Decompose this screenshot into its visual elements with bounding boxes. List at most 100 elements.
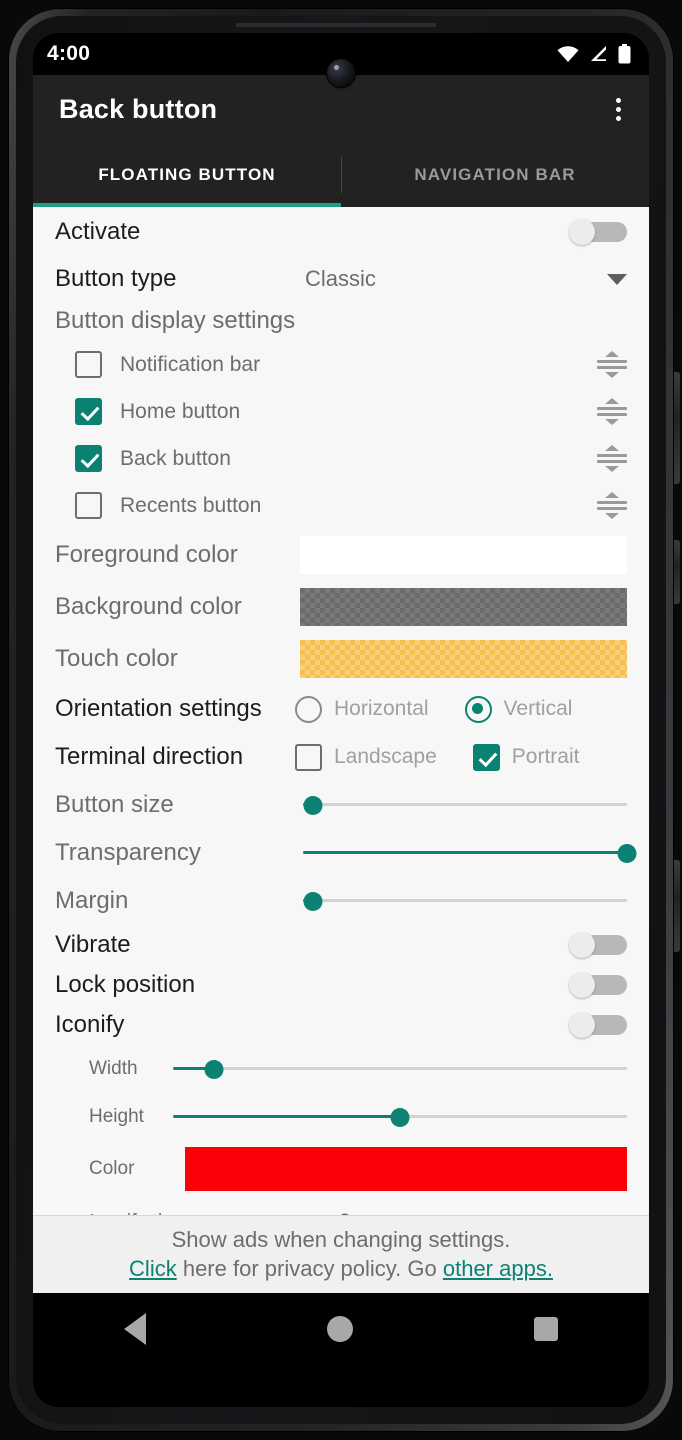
other-apps-link[interactable]: other apps. [443, 1256, 553, 1281]
battery-icon [618, 44, 631, 64]
earpiece-speaker [236, 23, 436, 27]
display-settings-label: Button display settings [55, 307, 296, 334]
row-button-type[interactable]: Button type Classic [33, 257, 649, 301]
row-iconify[interactable]: Iconify [33, 1005, 649, 1045]
android-nav-bar [33, 1293, 649, 1365]
orientation-settings-label: Orientation settings [55, 695, 262, 722]
radio-option-vertical[interactable]: Vertical [464, 695, 573, 723]
radio-option-horizontal[interactable]: Horizontal [295, 695, 429, 723]
lock-position-toggle[interactable] [569, 972, 627, 998]
checkbox-option-portrait[interactable]: Portrait [472, 743, 580, 771]
margin-slider[interactable] [303, 888, 627, 914]
vibrate-toggle[interactable] [569, 932, 627, 958]
side-button-lower[interactable] [674, 860, 680, 952]
checkbox-portrait-label: Portrait [511, 745, 580, 768]
button-size-label: Button size [55, 791, 174, 818]
row-display-settings-header: Button display settings [33, 301, 649, 341]
row-margin: Margin [33, 877, 649, 925]
foreground-color-label: Foreground color [55, 541, 238, 568]
iconify-toggle[interactable] [569, 1012, 627, 1038]
checkbox-landscape[interactable] [295, 743, 322, 771]
ad-footer: Show ads when changing settings. Click h… [33, 1215, 649, 1293]
nav-recents-icon[interactable] [534, 1317, 559, 1341]
list-item-recents-button[interactable]: Recents button [33, 482, 649, 529]
ad-line-2: Click here for privacy policy. Go other … [129, 1256, 553, 1282]
checkbox-back-button[interactable] [75, 445, 102, 472]
screenshot-root: 4:00 Back button FLOATING BUTTON NAVIGAT… [0, 0, 682, 1440]
row-touch-color[interactable]: Touch color [33, 633, 649, 685]
margin-label: Margin [55, 887, 129, 914]
privacy-policy-link[interactable]: Click [129, 1256, 177, 1281]
reorder-handle-icon[interactable] [595, 350, 629, 380]
checkbox-landscape-label: Landscape [334, 745, 437, 768]
radio-horizontal[interactable] [295, 695, 322, 723]
status-clock: 4:00 [47, 42, 91, 65]
row-iconify-width: Width [33, 1045, 649, 1093]
iconify-width-slider[interactable] [173, 1056, 627, 1082]
touch-color-label: Touch color [55, 645, 178, 672]
row-activate[interactable]: Activate [33, 207, 649, 257]
iconify-color-label: Color [89, 1158, 135, 1179]
iconify-height-label: Height [89, 1106, 144, 1127]
touch-color-swatch[interactable] [300, 640, 627, 678]
lock-position-label: Lock position [55, 971, 196, 998]
tab-navigation-bar-label: NAVIGATION BAR [414, 165, 576, 184]
checkbox-option-landscape[interactable]: Landscape [295, 743, 437, 771]
reorder-handle-icon[interactable] [595, 444, 629, 474]
nav-back-icon[interactable] [123, 1313, 146, 1345]
button-type-value: Classic [305, 266, 376, 291]
row-button-size: Button size [33, 781, 649, 829]
list-item-home-button[interactable]: Home button [33, 388, 649, 435]
button-size-slider[interactable] [303, 792, 627, 818]
button-type-label: Button type [55, 265, 177, 292]
transparency-slider[interactable] [303, 840, 637, 866]
radio-vertical[interactable] [464, 695, 492, 723]
radio-vertical-label: Vertical [503, 697, 573, 720]
row-vibrate[interactable]: Vibrate [33, 925, 649, 965]
row-orientation-settings: Orientation settings Horizontal Vertical [33, 685, 649, 733]
chevron-down-icon[interactable] [607, 273, 627, 285]
nav-home-icon[interactable] [326, 1316, 353, 1342]
background-color-label: Background color [55, 593, 242, 620]
terminal-direction-label: Terminal direction [55, 743, 244, 770]
ad-line-1: Show ads when changing settings. [171, 1227, 511, 1252]
list-item-label: Home button [120, 399, 241, 423]
foreground-color-swatch[interactable] [300, 536, 627, 574]
settings-content: Activate Button type Classic Button disp… [33, 207, 649, 1215]
row-terminal-direction: Terminal direction Landscape Portrait [33, 733, 649, 781]
background-color-swatch[interactable] [300, 588, 627, 626]
iconify-time-label: Iconify time [89, 1211, 339, 1216]
row-transparency: Transparency [33, 829, 649, 877]
list-item-label: Recents button [120, 493, 262, 517]
checkbox-notification-bar[interactable] [75, 351, 102, 378]
row-foreground-color[interactable]: Foreground color [33, 529, 649, 581]
iconify-color-swatch[interactable] [185, 1147, 627, 1191]
iconify-height-slider[interactable] [173, 1104, 627, 1130]
iconify-time-value: 3sec [339, 1210, 607, 1215]
tab-navigation-bar[interactable]: NAVIGATION BAR [341, 143, 649, 207]
activate-toggle[interactable] [569, 219, 627, 245]
tab-floating-button[interactable]: FLOATING BUTTON [33, 143, 341, 207]
list-item-back-button[interactable]: Back button [33, 435, 649, 482]
status-icons [556, 44, 631, 64]
volume-button[interactable] [674, 372, 680, 484]
phone-screen: 4:00 Back button FLOATING BUTTON NAVIGAT… [33, 33, 649, 1407]
reorder-handle-icon[interactable] [595, 491, 629, 521]
checkbox-portrait[interactable] [472, 743, 500, 771]
checkbox-home-button[interactable] [75, 398, 102, 425]
row-iconify-height: Height [33, 1093, 649, 1141]
overflow-menu-icon[interactable] [608, 92, 629, 127]
front-camera-punch-hole [327, 59, 355, 87]
row-iconify-color[interactable]: Color [33, 1141, 649, 1197]
tab-floating-button-label: FLOATING BUTTON [98, 165, 276, 184]
reorder-handle-icon[interactable] [595, 397, 629, 427]
row-iconify-time[interactable]: Iconify time 3sec [33, 1197, 649, 1215]
power-button[interactable] [674, 540, 680, 604]
row-background-color[interactable]: Background color [33, 581, 649, 633]
iconify-label: Iconify [55, 1011, 125, 1038]
vibrate-label: Vibrate [55, 931, 131, 958]
list-item-notification-bar[interactable]: Notification bar [33, 341, 649, 388]
row-lock-position[interactable]: Lock position [33, 965, 649, 1005]
checkbox-recents-button[interactable] [75, 492, 102, 519]
transparency-label: Transparency [55, 839, 201, 866]
